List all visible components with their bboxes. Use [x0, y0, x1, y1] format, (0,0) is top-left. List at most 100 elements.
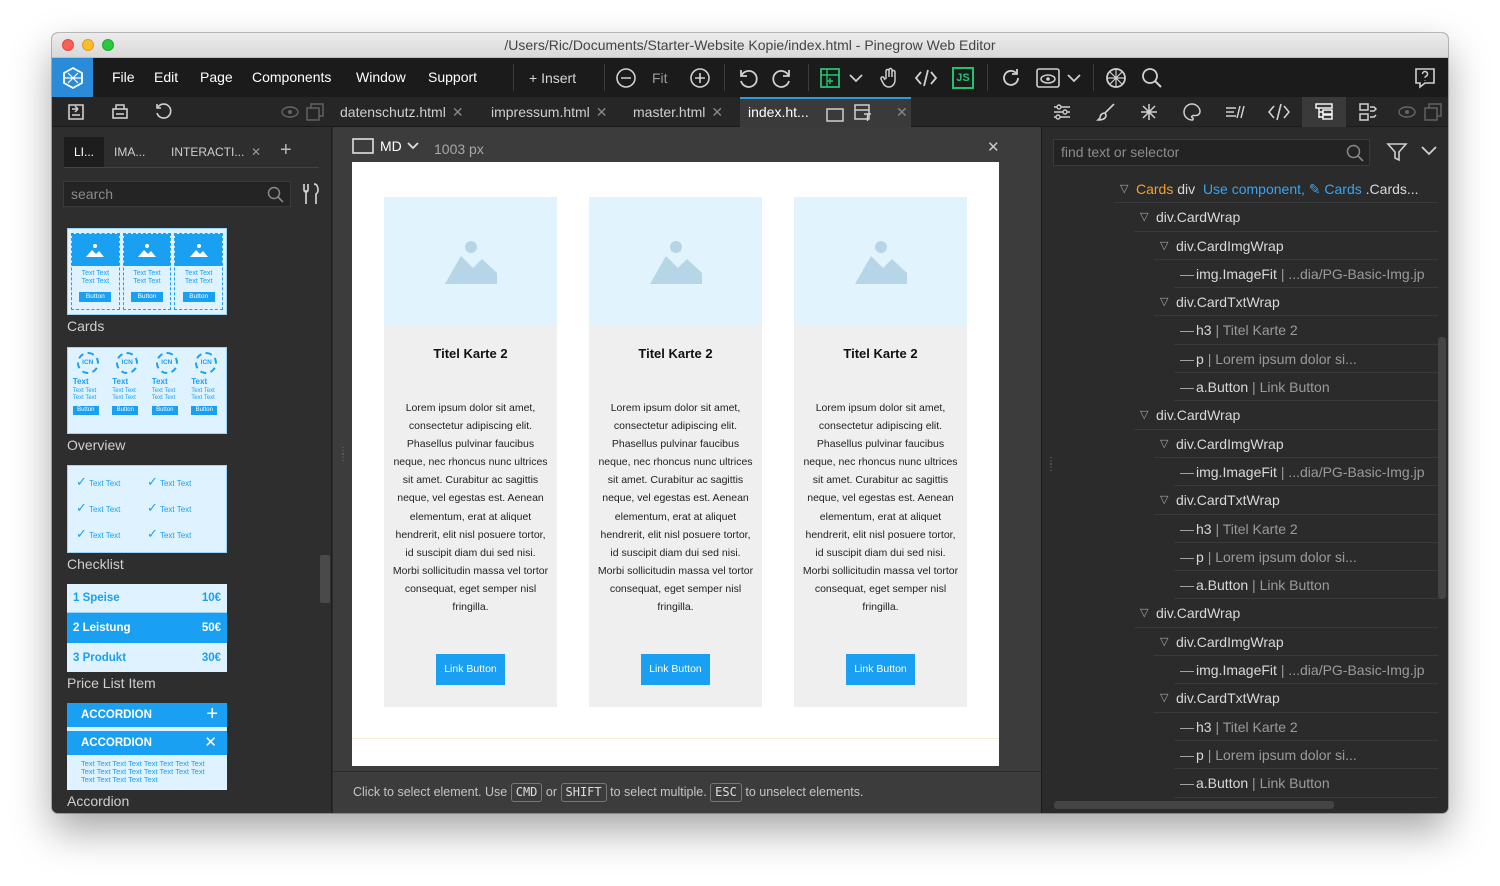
import-icon[interactable]	[66, 102, 86, 127]
tree-node-img[interactable]: — img.ImageFit | ...dia/PG-Basic-Img.jp	[1042, 458, 1438, 487]
page-grid-icon[interactable]	[818, 58, 842, 97]
tree-node-p[interactable]: — p | Lorem ipsum dolor si...	[1042, 741, 1438, 770]
chevron-down-icon[interactable]	[1420, 143, 1438, 164]
library-item-price-list[interactable]: 1 Speise 10€ 2 Leistung 50€ 3 Produkt 30€	[67, 584, 227, 672]
menu-window[interactable]: Window	[356, 58, 406, 97]
tree-node-p[interactable]: — p | Lorem ipsum dolor si...	[1042, 345, 1438, 374]
library-scrollbar[interactable]	[320, 555, 330, 603]
refresh-icon[interactable]	[999, 58, 1023, 97]
breakpoint-selector[interactable]: MD	[380, 138, 402, 154]
tree-node-cardwrap[interactable]: ▽ div.CardWrap	[1042, 203, 1438, 232]
properties-icon[interactable]	[1052, 102, 1072, 127]
tree-node-img[interactable]: — img.ImageFit | ...dia/PG-Basic-Img.jp	[1042, 260, 1438, 289]
help-icon[interactable]	[1413, 58, 1437, 97]
zoom-window-button[interactable]	[102, 39, 114, 51]
library-item-accordion[interactable]: ACCORDION + ACCORDION ✕ Text Text Text Tex…	[67, 703, 227, 790]
card-link-button[interactable]: Link Button	[641, 654, 710, 685]
menu-components[interactable]: Components	[252, 58, 331, 97]
tree-node-h3[interactable]: — h3 | Titel Karte 2	[1042, 515, 1438, 543]
actions-icon[interactable]	[1224, 102, 1246, 127]
tree-node-cardwrap[interactable]: ▽ div.CardWrap	[1042, 401, 1438, 430]
menu-edit[interactable]: Edit	[154, 58, 178, 97]
close-icon[interactable]: ✕	[896, 99, 908, 126]
card-image[interactable]	[794, 197, 967, 325]
duplicate-icon[interactable]	[306, 103, 324, 126]
tree-node-cards[interactable]: ▽ Cards div Use component, ✎ Cards .Card…	[1042, 175, 1438, 204]
tree-search-input[interactable]: find text or selector	[1053, 139, 1370, 166]
tree-node-a[interactable]: — a.Button | Link Button	[1042, 373, 1438, 402]
insert-button[interactable]: + Insert	[529, 58, 576, 97]
tab-index[interactable]: index.ht... ✕	[740, 97, 911, 127]
card[interactable]: Titel Karte 2 Lorem ipsum dolor sit amet…	[589, 197, 762, 707]
tree-node-p[interactable]: — p | Lorem ipsum dolor si...	[1042, 543, 1438, 572]
card[interactable]: Titel Karte 2 Lorem ipsum dolor sit amet…	[384, 197, 557, 707]
menu-file[interactable]: File	[112, 58, 135, 97]
chevron-down-icon[interactable]	[1066, 58, 1082, 97]
card[interactable]: Titel Karte 2 Lorem ipsum dolor sit amet…	[794, 197, 967, 707]
menu-support[interactable]: Support	[428, 58, 477, 97]
tree-node-cardimgwrap[interactable]: ▽ div.CardImgWrap	[1042, 232, 1438, 260]
library-item-overview[interactable]: ICN Text Text Text Text Text Button ICN …	[67, 347, 227, 434]
left-resize-handle[interactable]: ⋮ ⋮	[338, 447, 348, 463]
eye-icon[interactable]	[1398, 105, 1416, 124]
fit-button[interactable]: Fit	[652, 58, 668, 97]
tree-horizontal-scrollbar[interactable]	[1054, 801, 1334, 809]
tab-master[interactable]: master.html ✕	[633, 97, 723, 127]
js-icon[interactable]: JS	[952, 58, 974, 97]
pinegrow-logo-icon[interactable]	[52, 58, 93, 97]
zoom-out-icon[interactable]	[615, 58, 637, 97]
chevron-down-icon[interactable]	[406, 139, 420, 158]
tree-node-cardwrap[interactable]: ▽ div.CardWrap	[1042, 599, 1438, 628]
device-icon[interactable]	[352, 137, 374, 160]
print-icon[interactable]	[110, 102, 130, 127]
tree-node-a[interactable]: — a.Button | Link Button	[1042, 769, 1438, 798]
tree-node-cardimgwrap[interactable]: ▽ div.CardImgWrap	[1042, 430, 1438, 458]
close-icon[interactable]: ✕	[251, 137, 261, 167]
code-view-icon[interactable]	[1267, 102, 1291, 127]
chevron-down-icon[interactable]	[848, 58, 864, 97]
tree-node-cardimgwrap[interactable]: ▽ div.CardImgWrap	[1042, 628, 1438, 657]
components-icon[interactable]	[1358, 102, 1380, 127]
close-window-button[interactable]	[62, 39, 74, 51]
tree-node-img[interactable]: — img.ImageFit | ...dia/PG-Basic-Img.jp	[1042, 656, 1438, 685]
search-icon[interactable]	[1141, 58, 1163, 97]
filter-tools-icon[interactable]	[300, 182, 322, 211]
tree-node-cardtxtwrap[interactable]: ▽ div.CardTxtWrap	[1042, 684, 1438, 713]
palette-icon[interactable]	[1182, 102, 1202, 127]
card-link-button[interactable]: Link Button	[846, 654, 915, 685]
tree-node-a[interactable]: — a.Button | Link Button	[1042, 571, 1438, 600]
tree-node-cardtxtwrap[interactable]: ▽ div.CardTxtWrap	[1042, 288, 1438, 317]
tab-impressum[interactable]: impressum.html ✕	[491, 97, 608, 127]
card-image[interactable]	[384, 197, 557, 325]
card-link-button[interactable]: Link Button	[436, 654, 505, 685]
code-icon[interactable]	[914, 58, 938, 97]
style-brush-icon[interactable]	[1096, 102, 1116, 127]
tree-node-h3[interactable]: — h3 | Titel Karte 2	[1042, 713, 1438, 741]
undo-icon[interactable]	[735, 58, 759, 97]
zoom-in-icon[interactable]	[689, 58, 711, 97]
assets-icon[interactable]	[1104, 58, 1128, 97]
tab-images[interactable]: IMA...	[114, 137, 145, 167]
duplicate-icon[interactable]	[1424, 103, 1442, 126]
tab-interactions[interactable]: INTERACTI...	[171, 137, 244, 167]
close-icon[interactable]: ✕	[987, 138, 1000, 156]
library-search-input[interactable]: search	[63, 181, 291, 207]
effects-icon[interactable]	[1139, 102, 1159, 127]
library-item-checklist[interactable]: ✓ Text Text ✓ Text Text ✓ Text Text ✓ Te…	[67, 465, 227, 553]
tab-datenschutz[interactable]: datenschutz.html ✕	[340, 97, 464, 127]
filter-icon[interactable]	[1386, 141, 1408, 168]
interactive-hand-icon[interactable]	[878, 58, 900, 97]
tree-view-icon[interactable]	[1302, 97, 1346, 127]
card-image[interactable]	[589, 197, 762, 325]
library-item-cards[interactable]: Text Text Text Text Button Text Text Tex…	[67, 228, 227, 315]
eye-icon[interactable]	[281, 105, 299, 124]
tab-library[interactable]: LI...	[64, 137, 104, 167]
right-resize-handle[interactable]: ⋮ ⋮	[1046, 457, 1056, 473]
menu-page[interactable]: Page	[200, 58, 233, 97]
redo-icon[interactable]	[771, 58, 795, 97]
tree-node-h3[interactable]: — h3 | Titel Karte 2	[1042, 316, 1438, 345]
preview-icon[interactable]	[1035, 58, 1061, 97]
add-tab-icon[interactable]: +	[280, 135, 292, 165]
reload-icon[interactable]	[153, 102, 173, 127]
tree-node-cardtxtwrap[interactable]: ▽ div.CardTxtWrap	[1042, 486, 1438, 515]
